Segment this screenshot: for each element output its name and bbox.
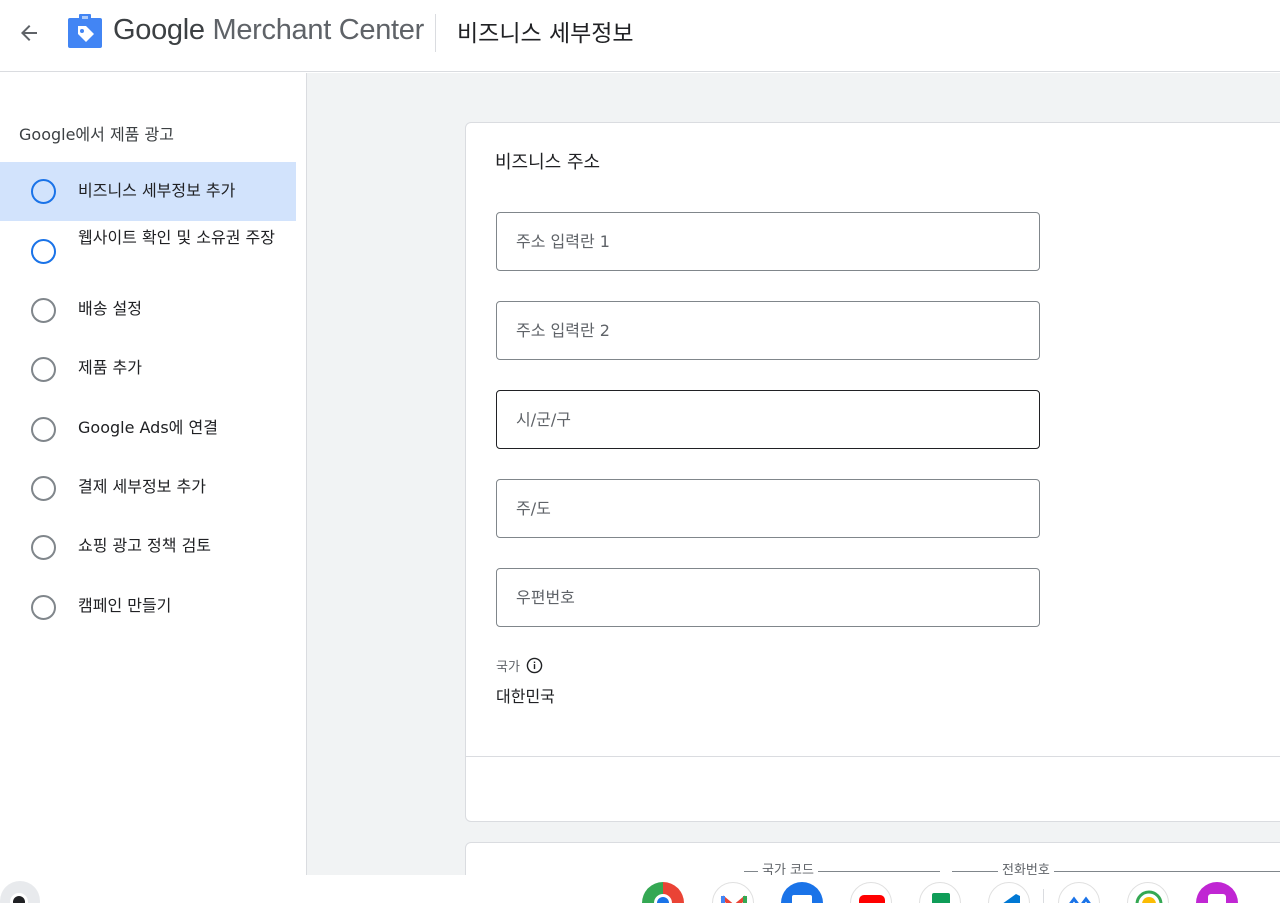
- city-input[interactable]: [496, 390, 1040, 449]
- step-business-details[interactable]: 비즈니스 세부정보 추가: [0, 162, 296, 221]
- step-link-google-ads[interactable]: Google Ads에 연결: [0, 399, 296, 458]
- step-status-circle-icon: [31, 357, 56, 382]
- card-divider: [466, 756, 1280, 757]
- business-address-title: 비즈니스 주소: [495, 152, 601, 173]
- country-code-label: 국가 코드: [758, 859, 818, 875]
- launcher-button[interactable]: [0, 881, 40, 903]
- arrow-left-icon: [21, 25, 37, 41]
- step-label: 결제 세부정보 추가: [78, 477, 206, 496]
- youtube-app-icon[interactable]: [850, 882, 892, 903]
- sidebar-heading: Google에서 제품 광고: [19, 125, 174, 144]
- merchant-tag-icon: [68, 14, 102, 48]
- country-label-row: 국가: [496, 656, 543, 675]
- files-app-icon[interactable]: [781, 882, 823, 903]
- brand-merchant-center: Merchant Center: [204, 14, 424, 46]
- os-shelf: [0, 875, 1280, 903]
- shelf-separator: [1043, 889, 1044, 903]
- info-icon[interactable]: [526, 657, 543, 674]
- step-status-circle-icon: [31, 239, 56, 264]
- step-website-verification[interactable]: 웹사이트 확인 및 소유권 주장: [0, 221, 296, 281]
- setup-sidebar: Google에서 제품 광고 비즈니스 세부정보 추가 웹사이트 확인 및 소유…: [0, 73, 307, 875]
- sheets-app-icon[interactable]: [919, 882, 961, 903]
- brand-google: Google: [113, 14, 205, 46]
- step-label: 비즈니스 세부정보 추가: [78, 181, 236, 200]
- step-create-campaign[interactable]: 캠페인 만들기: [0, 577, 296, 636]
- step-status-circle-icon: [31, 535, 56, 560]
- step-payment-details[interactable]: 결제 세부정보 추가: [0, 458, 296, 518]
- phone-card: 국가 코드 전화번호: [465, 842, 1280, 875]
- step-label: 쇼핑 광고 정책 검토: [78, 536, 212, 555]
- country-value: 대한민국: [496, 687, 555, 706]
- step-label: Google Ads에 연결: [78, 418, 218, 437]
- step-label: 캠페인 만들기: [78, 596, 172, 615]
- step-add-products[interactable]: 제품 추가: [0, 340, 296, 399]
- gallery-app-icon[interactable]: [1196, 882, 1238, 903]
- phone-number-label: 전화번호: [998, 859, 1054, 875]
- step-label: 웹사이트 확인 및 소유권 주장: [78, 228, 275, 247]
- step-policy-review[interactable]: 쇼핑 광고 정책 검토: [0, 518, 296, 577]
- step-shipping[interactable]: 배송 설정: [0, 281, 296, 340]
- main-content: 비즈니스 주소 국가 대한민국 국가 코드 전화번호: [307, 73, 1280, 875]
- address-line-1-input[interactable]: [496, 212, 1040, 271]
- page-title: 비즈니스 세부정보: [457, 21, 634, 47]
- back-button[interactable]: [14, 18, 44, 48]
- launcher-icon: [10, 893, 28, 903]
- analytics-app-icon[interactable]: [1058, 882, 1100, 903]
- state-province-input[interactable]: [496, 479, 1040, 538]
- country-label: 국가: [496, 660, 520, 675]
- business-address-card: 비즈니스 주소 국가 대한민국: [465, 122, 1280, 822]
- step-status-circle-icon: [31, 476, 56, 501]
- podcasts-app-icon[interactable]: [1127, 882, 1169, 903]
- vscode-app-icon[interactable]: [988, 882, 1030, 903]
- app-header: Google Merchant Center 비즈니스 세부정보: [0, 0, 1280, 72]
- step-label: 제품 추가: [78, 358, 142, 377]
- chrome-app-icon[interactable]: [642, 882, 684, 903]
- address-line-2-input[interactable]: [496, 301, 1040, 360]
- step-status-circle-icon: [31, 595, 56, 620]
- brand-title: Google Merchant Center: [113, 14, 424, 47]
- postal-code-input[interactable]: [496, 568, 1040, 627]
- step-status-circle-icon: [31, 298, 56, 323]
- step-label: 배송 설정: [78, 299, 142, 318]
- gmail-app-icon[interactable]: [712, 882, 754, 903]
- header-divider: [435, 14, 436, 52]
- step-status-circle-icon: [31, 417, 56, 442]
- step-status-circle-icon: [31, 179, 56, 204]
